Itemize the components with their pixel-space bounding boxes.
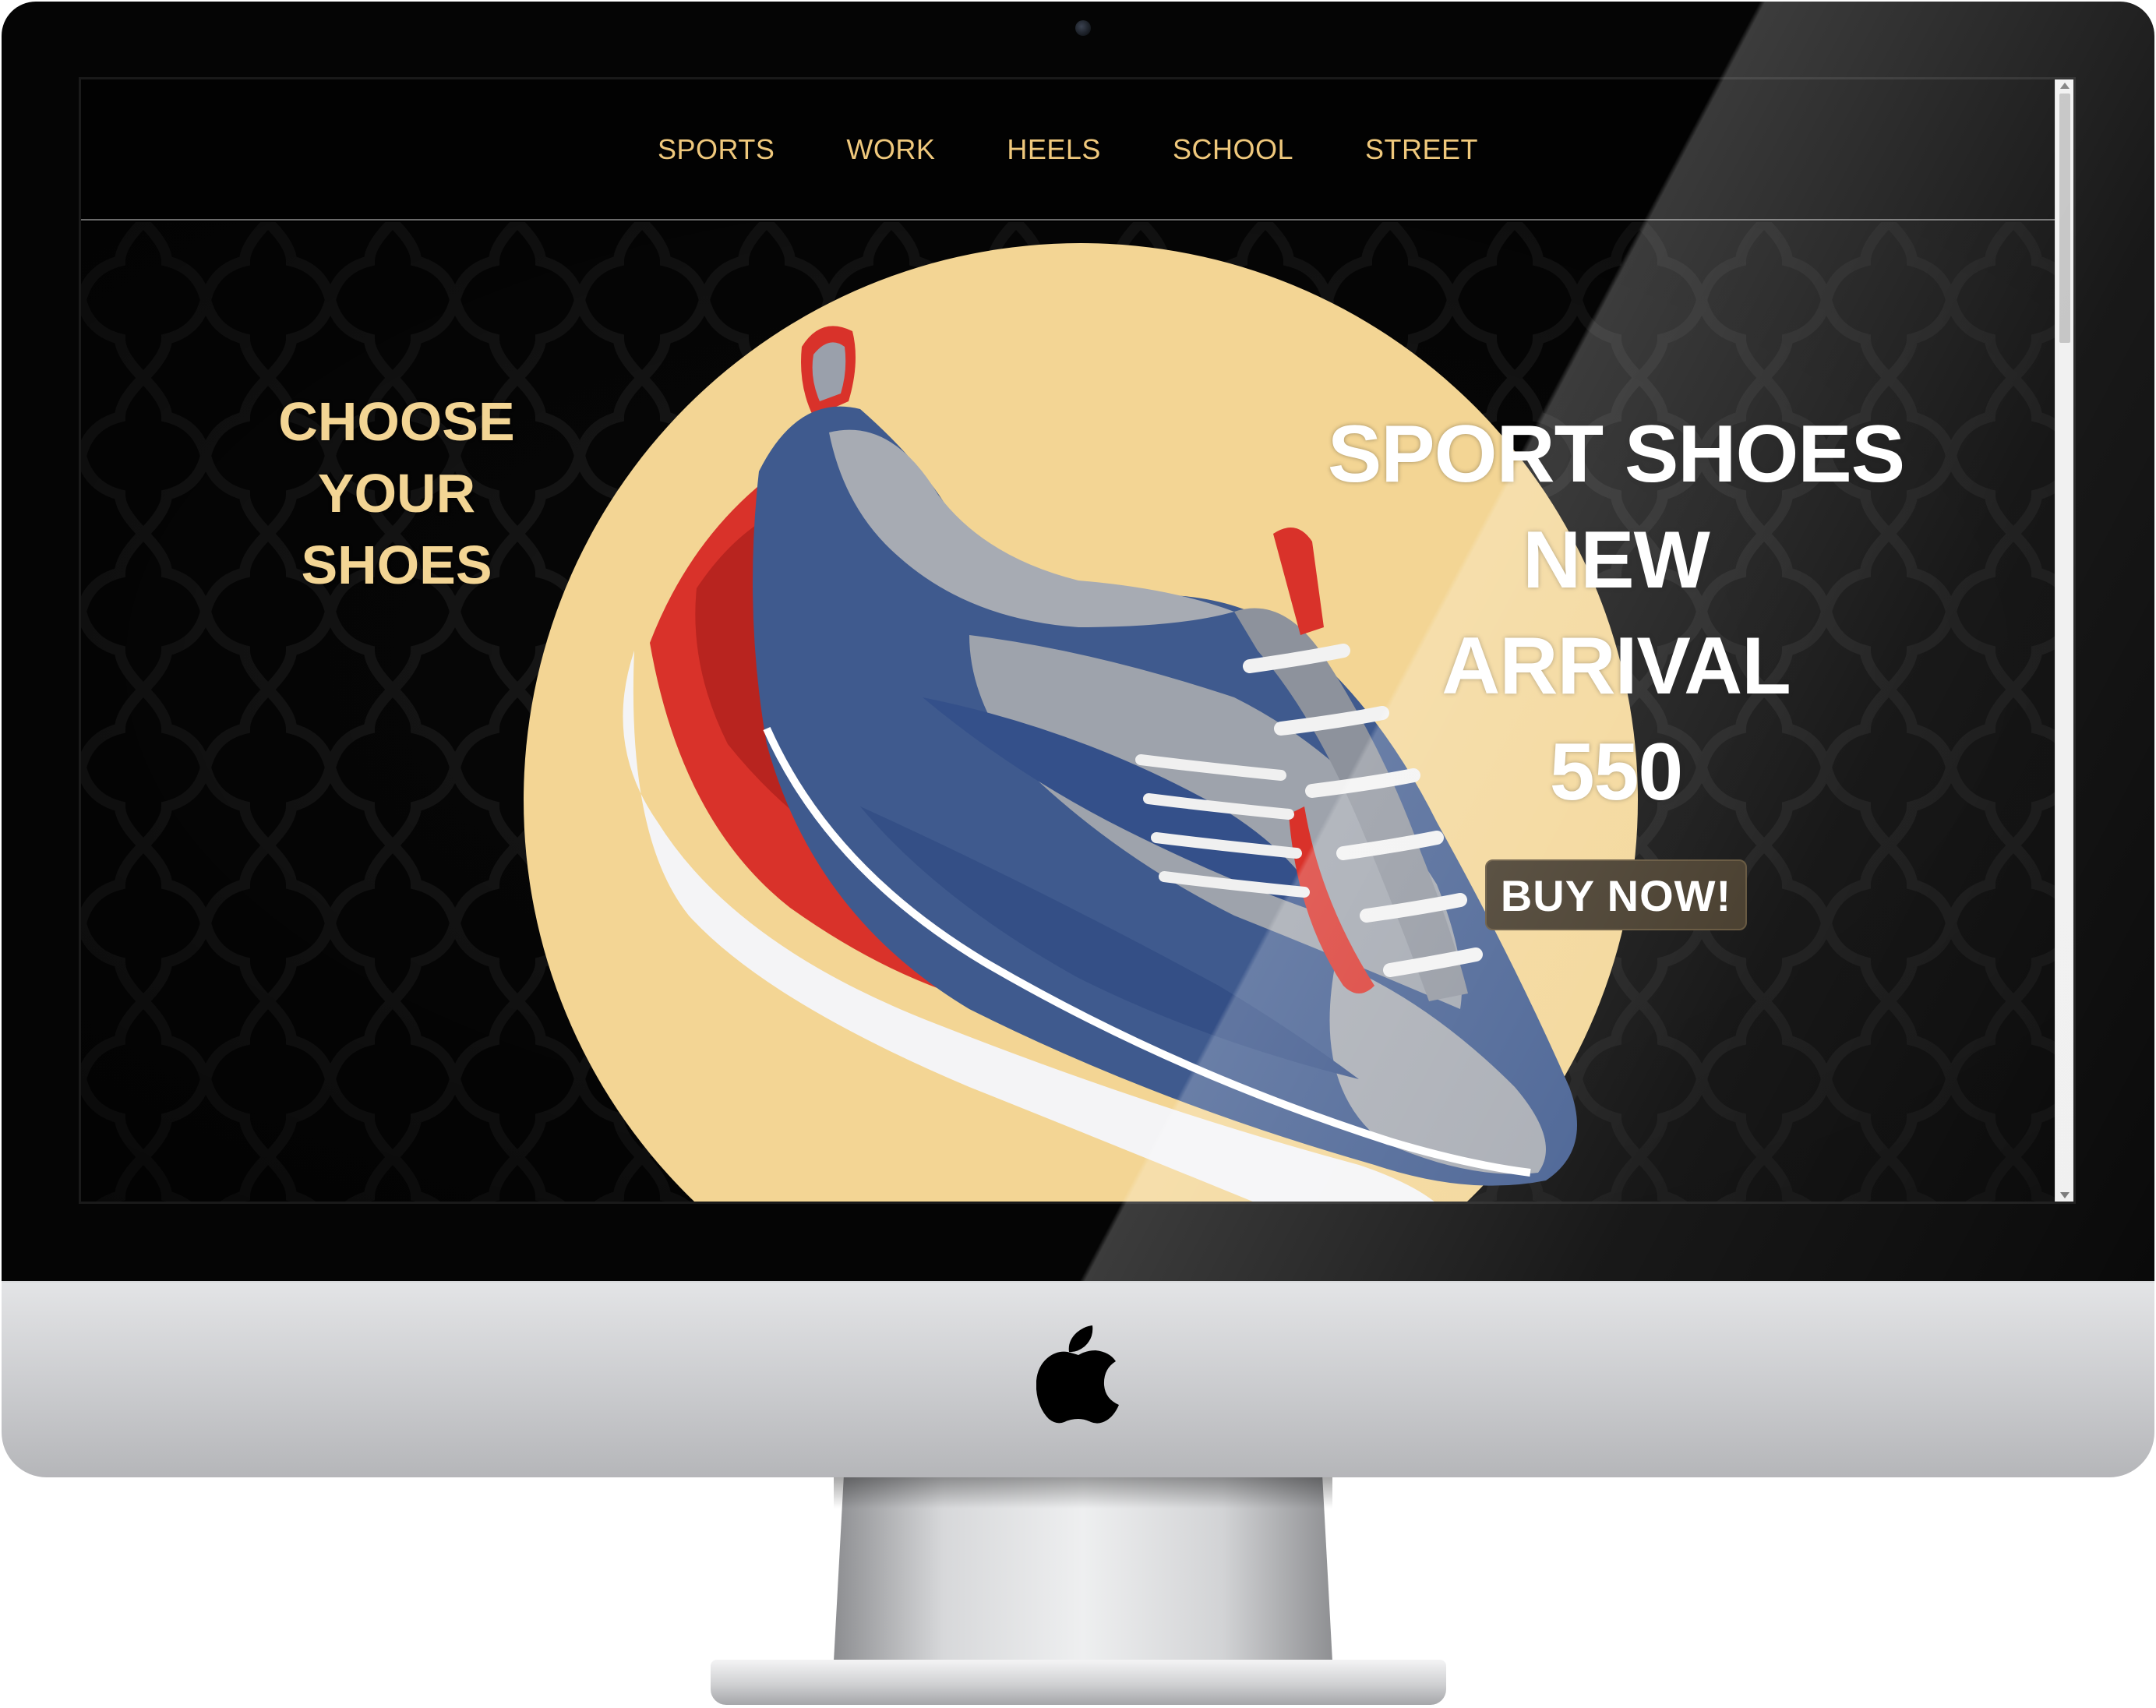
promo-line-price: 550 [1549, 727, 1684, 817]
buy-now-button[interactable]: BUY NOW! [1484, 859, 1748, 930]
scroll-down-arrow-icon[interactable] [2060, 1192, 2070, 1198]
apple-logo-icon [1036, 1325, 1119, 1424]
hero-banner: CHOOSE YOUR SHOES SPORT SHOES NEW ARRIVA… [81, 222, 2055, 1202]
choose-title-line: CHOOSE [278, 391, 515, 452]
promo-line-arrival: ARRIVAL [1441, 621, 1791, 711]
promo-block: SPORT SHOES NEW ARRIVAL 550 BUY NOW! [1281, 401, 1951, 930]
nav-link-sports[interactable]: SPORTS [658, 127, 775, 172]
browser-viewport: SPORTS WORK HEELS SCHOOL STREET CHOOSE Y… [79, 77, 2076, 1204]
nav-link-heels[interactable]: HEELS [1007, 127, 1101, 172]
choose-your-shoes-heading: CHOOSE YOUR SHOES [237, 386, 556, 601]
scroll-up-arrow-icon[interactable] [2060, 83, 2070, 89]
choose-title-line: SHOES [301, 535, 492, 595]
imac-mockup: SPORTS WORK HEELS SCHOOL STREET CHOOSE Y… [0, 0, 2156, 1708]
stand-shadow [834, 1477, 1332, 1509]
choose-title-line: YOUR [317, 463, 476, 524]
scrollbar-thumb[interactable] [2059, 94, 2070, 343]
promo-line-title: SPORT SHOES [1327, 409, 1905, 499]
nav-link-street[interactable]: STREET [1365, 127, 1478, 172]
nav-link-school[interactable]: SCHOOL [1173, 127, 1293, 172]
promo-line-new: NEW [1523, 515, 1710, 605]
camera-icon [1075, 20, 1091, 36]
vertical-scrollbar[interactable] [2055, 79, 2073, 1202]
imac-stand-base [711, 1660, 1446, 1705]
top-navigation: SPORTS WORK HEELS SCHOOL STREET [81, 79, 2055, 221]
nav-link-work[interactable]: WORK [846, 127, 935, 172]
